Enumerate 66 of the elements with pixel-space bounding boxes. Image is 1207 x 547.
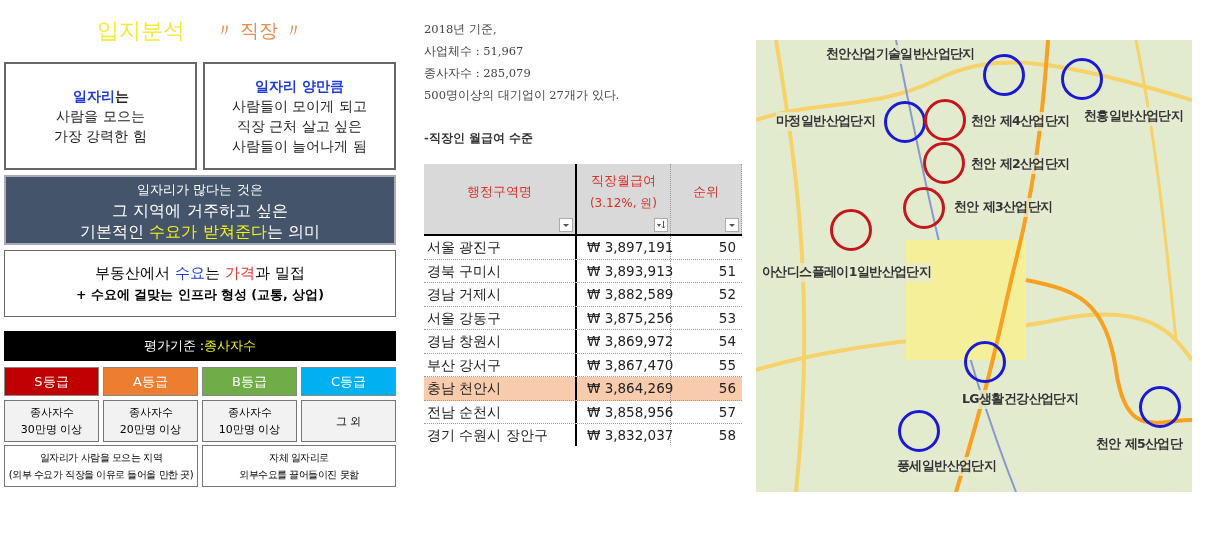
grade-header: S등급 <box>4 367 99 396</box>
table-cell: 경기 수원시 장안구 <box>424 424 577 447</box>
table-cell-text: 56 <box>717 379 737 399</box>
grade-note: 자체 일자리로 외부수요를 끌어들이진 못함 <box>202 445 396 487</box>
site-label: 천안산업기술일반산업단지 <box>826 45 975 64</box>
site-label: 천안 제5산업단 <box>1096 435 1183 454</box>
table-cell-text: 52 <box>717 285 737 305</box>
grade-description: 종사자수 30만명 이상 <box>4 400 99 442</box>
site-label: 아산디스플레이1일반산업단지 <box>762 263 932 282</box>
table-cell-text: 58 <box>717 426 737 446</box>
table-cell-text: 53 <box>717 308 737 328</box>
box-text-line: 가장 강력한 힘 <box>54 127 147 146</box>
table-cell: 서울 광진구 <box>424 236 577 259</box>
table-cell-text: 51 <box>717 261 737 281</box>
demand-box: 부동산에서 수요는 가격과 밀접 + 수요에 걸맞는 인프라 형성 (교통, 상업) <box>4 250 396 317</box>
grade-note: 일자리가 사람을 모으는 지역 (외부 수요가 직장을 이유로 들어올 만한 곳) <box>4 445 198 487</box>
table-cell: ₩ 3,867,470 <box>577 353 671 377</box>
table-cell: ₩ 3,893,913 <box>577 259 671 283</box>
box-text-line: 사람들이 늘어나게 됨 <box>232 137 367 156</box>
table-cell: ₩ 3,832,037 <box>577 424 671 447</box>
site-label: 풍세일반산업단지 <box>897 457 997 476</box>
criteria-bar: 평가기준 :종사자수 <box>4 331 396 361</box>
table-cell: 경남 창원시 <box>424 330 577 353</box>
box-text-line: 일자리는 <box>72 87 129 106</box>
column-header[interactable]: 행정구역명 <box>424 164 577 235</box>
table-cell: ₩ 3,858,956 <box>577 400 671 424</box>
stat-line: 2018년 기준, <box>424 21 498 38</box>
stat-line: 500명이상의 대기업이 27개가 있다. <box>424 87 621 104</box>
table-cell: 경남 거제시 <box>424 283 577 306</box>
grade-description: 그 외 <box>301 400 396 442</box>
box-text-line: 사람들이 모이게 되고 <box>232 97 367 116</box>
table-cell: ₩ 3,869,972 <box>577 330 671 353</box>
grade-header: A등급 <box>103 367 198 396</box>
grade-description: 종사자수 20만명 이상 <box>103 400 198 442</box>
filter-dropdown-icon[interactable] <box>559 218 573 233</box>
box-text-line: 일자리 양만큼 <box>255 77 344 96</box>
column-header[interactable]: 순위 <box>671 164 742 235</box>
meaning-banner: 일자리가 많다는 것은 그 지역에 거주하고 싶은 기본적인 수요가 받쳐준다는 의미 <box>4 175 396 245</box>
filter-dropdown-icon[interactable] <box>725 218 739 233</box>
table-cell: ₩ 3,882,589 <box>577 283 671 306</box>
page-title: 입지분석 <box>97 16 185 45</box>
stat-line: 종사자수 : 285,079 <box>424 65 532 82</box>
site-label: 천안 제3산업단지 <box>954 198 1053 217</box>
page-subtitle: 〃 직장 〃 <box>215 17 304 43</box>
grade-description: 종사자수 10만명 이상 <box>202 400 297 442</box>
stat-line: 사업체수 : 51,967 <box>424 43 525 60</box>
site-label: LG생활건강산업단지 <box>962 390 1079 409</box>
sort-filter-icon[interactable] <box>654 218 668 233</box>
table-cell: ₩ 3,897,191 <box>577 236 671 259</box>
grade-header: B등급 <box>202 367 297 396</box>
column-header[interactable]: 직장월급여 (3.12%, 원) <box>577 164 671 235</box>
site-label: 천안 제2산업단지 <box>971 155 1070 174</box>
box-text-line: 직장 근처 살고 싶은 <box>236 117 363 136</box>
box-text-line: 사람을 모으는 <box>56 107 145 126</box>
site-label: 천흥일반산업단지 <box>1084 107 1184 126</box>
section-heading: -직장인 월급여 수준 <box>423 130 534 147</box>
table-cell-text: 57 <box>717 402 737 422</box>
table-cell: ₩ 3,864,269 <box>577 377 671 400</box>
table-cell: 충남 천안시 <box>424 377 577 400</box>
grade-header: C등급 <box>301 367 396 396</box>
table-cell-text: 54 <box>717 332 737 352</box>
site-label: 천안 제4산업단지 <box>971 112 1070 131</box>
site-label: 마정일반산업단지 <box>776 112 876 131</box>
table-cell: ₩ 3,875,256 <box>577 306 671 330</box>
table-cell-text: 50 <box>717 238 737 258</box>
table-cell-text: 55 <box>717 355 737 375</box>
